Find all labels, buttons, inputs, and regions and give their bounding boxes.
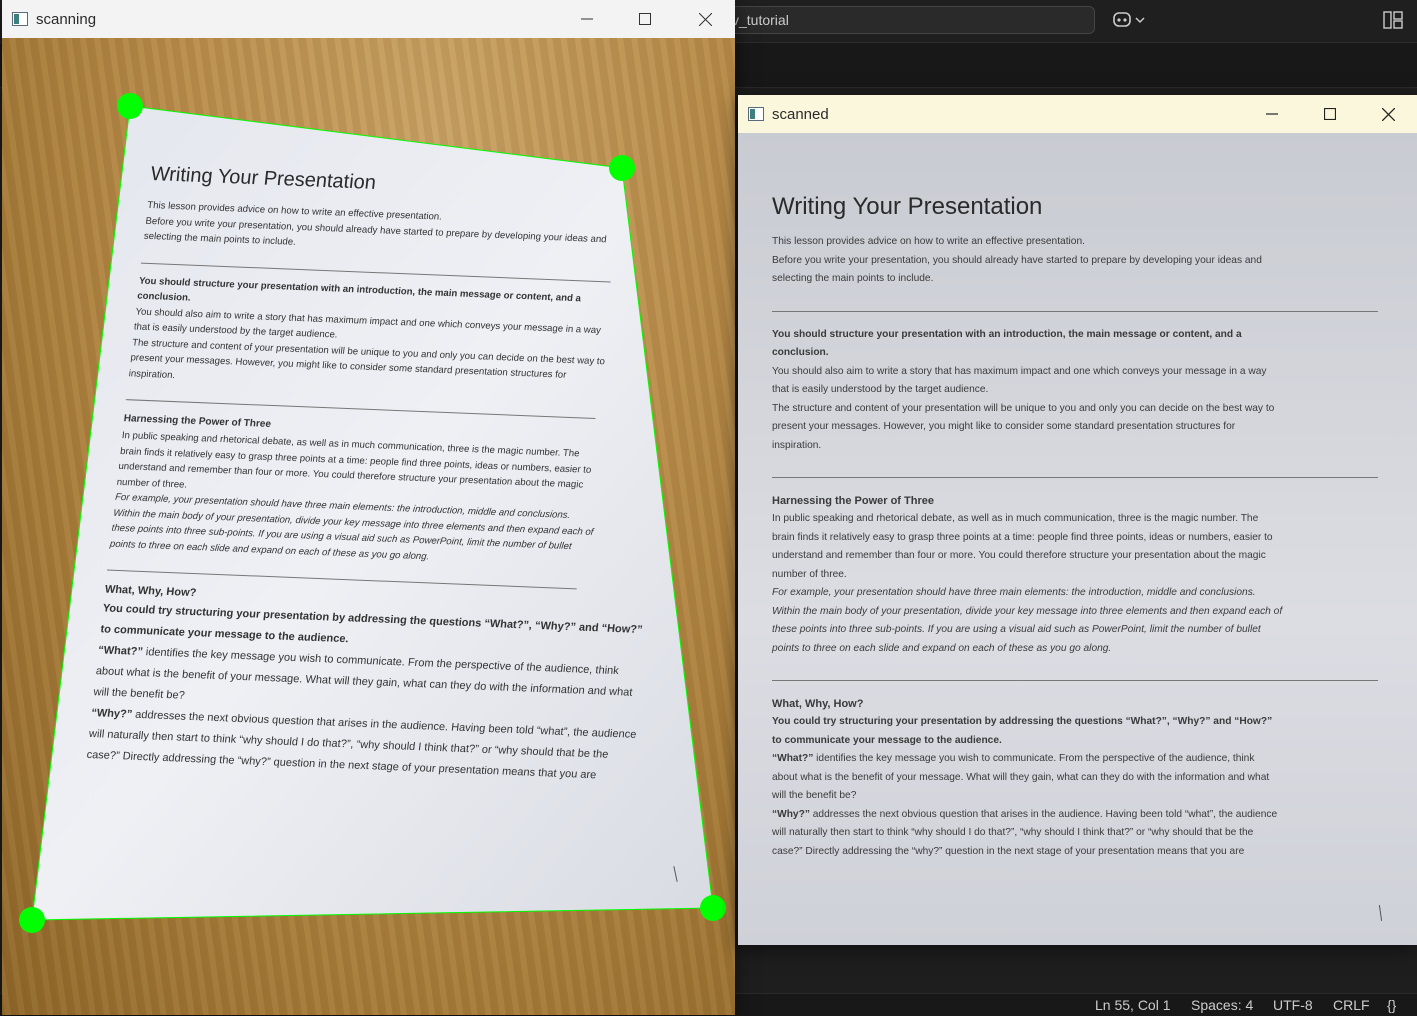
corner-handle-bottom-right[interactable] <box>700 895 726 921</box>
doc-what-rest-1: identifies the key message you wish to c… <box>813 753 1255 764</box>
doc-structure-2: that is easily understood by the target … <box>772 384 989 395</box>
doc-structure-5: inspiration. <box>772 439 822 451</box>
window-app-icon <box>748 107 764 121</box>
status-indentation[interactable]: Spaces: 4 <box>1191 997 1253 1013</box>
paper-document-text: Writing Your Presentation This lesson pr… <box>85 163 643 785</box>
doc-what-lead: “What?” <box>97 644 144 659</box>
doc-power-4: number of three. <box>772 568 847 580</box>
status-encoding[interactable]: UTF-8 <box>1273 997 1313 1013</box>
corner-handle-top-left[interactable] <box>117 93 143 119</box>
doc-power-2: brain finds it relatively easy to grasp … <box>772 531 1273 543</box>
doc-divider <box>772 310 1378 312</box>
doc-intro-1: This lesson provides advice on how to wr… <box>772 236 1085 247</box>
doc-power-heading: Harnessing the Power of Three <box>772 495 934 507</box>
doc-power-italic-3: these points into three sub-points. If y… <box>772 624 1261 635</box>
doc-structure-4: present your messages. However, you migh… <box>772 421 1236 432</box>
doc-power-italic-4: points to three on each slide and expand… <box>772 642 1112 654</box>
maximize-button[interactable] <box>616 0 674 38</box>
doc-structure-3: The structure and content of your presen… <box>772 402 1275 414</box>
doc-what-line-2: about what is the benefit of your messag… <box>772 771 1270 783</box>
doc-what-line-1: “What?” identifies the key message you w… <box>772 750 1378 769</box>
scanning-window: scanning Writing Your Presentation This … <box>2 0 735 1015</box>
close-button[interactable] <box>1359 95 1417 133</box>
minimize-icon <box>581 18 593 20</box>
window-app-icon <box>12 12 28 26</box>
pen-mark <box>1378 905 1383 921</box>
doc-power-3: understand and remember than four or mor… <box>772 550 1266 561</box>
minimize-button[interactable] <box>558 0 616 38</box>
corner-handle-top-right[interactable] <box>609 155 635 181</box>
close-button[interactable] <box>676 0 734 38</box>
doc-why-heading: What, Why, How? <box>772 698 864 710</box>
doc-title: Writing Your Presentation <box>772 193 1043 220</box>
doc-what-lead: “What?” <box>772 753 814 764</box>
copilot-icon[interactable] <box>1112 10 1150 30</box>
doc-whyq-lead: “Why?” <box>90 707 133 721</box>
close-icon <box>1381 107 1395 121</box>
doc-divider <box>772 680 1378 681</box>
doc-whyq-line-3: case?” Directly addressing the “why?” qu… <box>772 845 1245 857</box>
scanned-window: scanned Writing Your Presentation This l… <box>738 95 1417 945</box>
scanning-window-title: scanning <box>36 10 97 28</box>
doc-structure-1: You should also aim to write a story tha… <box>772 365 1267 377</box>
scanned-document-image: Writing Your Presentation This lesson pr… <box>738 133 1417 945</box>
doc-whyq-rest-1: addresses the next obvious question that… <box>809 808 1278 820</box>
maximize-icon <box>1324 108 1336 120</box>
maximize-button[interactable] <box>1301 95 1359 133</box>
minimize-button[interactable] <box>1243 95 1301 133</box>
doc-why-bold-2: to communicate your message to the audie… <box>772 734 1002 746</box>
doc-intro-3: selecting the main points to include. <box>772 273 934 284</box>
doc-power-italic-2: Within the main body of your presentatio… <box>772 605 1283 617</box>
command-center-search[interactable]: v_tutorial <box>725 6 1095 34</box>
minimize-icon <box>1266 113 1278 115</box>
doc-whyq-line-2: will naturally then start to think “why … <box>772 827 1254 838</box>
doc-structure-bold-1: You should structure your presentation w… <box>772 328 1242 340</box>
doc-power-1: In public speaking and rhetorical debate… <box>772 513 1259 524</box>
close-icon <box>698 12 712 26</box>
doc-whyq-line-1: “Why?” addresses the next obvious questi… <box>772 806 1378 825</box>
status-cursor-position[interactable]: Ln 55, Col 1 <box>1095 997 1171 1013</box>
doc-why-bold-1: You could try structuring your presentat… <box>772 716 1273 727</box>
status-language-icon[interactable]: {} <box>1387 997 1396 1013</box>
doc-whyq-lead: “Why?” <box>772 808 810 820</box>
scanned-title-bar[interactable]: scanned <box>738 95 1417 133</box>
doc-structure-bold-2: conclusion. <box>772 347 829 358</box>
camera-photo: Writing Your Presentation This lesson pr… <box>2 38 735 1015</box>
scanning-title-bar[interactable]: scanning <box>2 0 735 38</box>
doc-divider <box>772 477 1378 478</box>
maximize-icon <box>639 13 651 25</box>
corner-handle-bottom-left[interactable] <box>19 907 45 933</box>
layout-icon[interactable] <box>1383 11 1403 29</box>
scanned-window-title: scanned <box>772 105 829 123</box>
doc-intro-2: Before you write your presentation, you … <box>772 254 1262 266</box>
scanned-document-text: Writing Your Presentation This lesson pr… <box>772 193 1378 861</box>
status-eol[interactable]: CRLF <box>1333 997 1370 1013</box>
doc-power-italic-1: For example, your presentation should ha… <box>772 587 1256 598</box>
doc-what-line-3: will the benefit be? <box>772 790 857 801</box>
